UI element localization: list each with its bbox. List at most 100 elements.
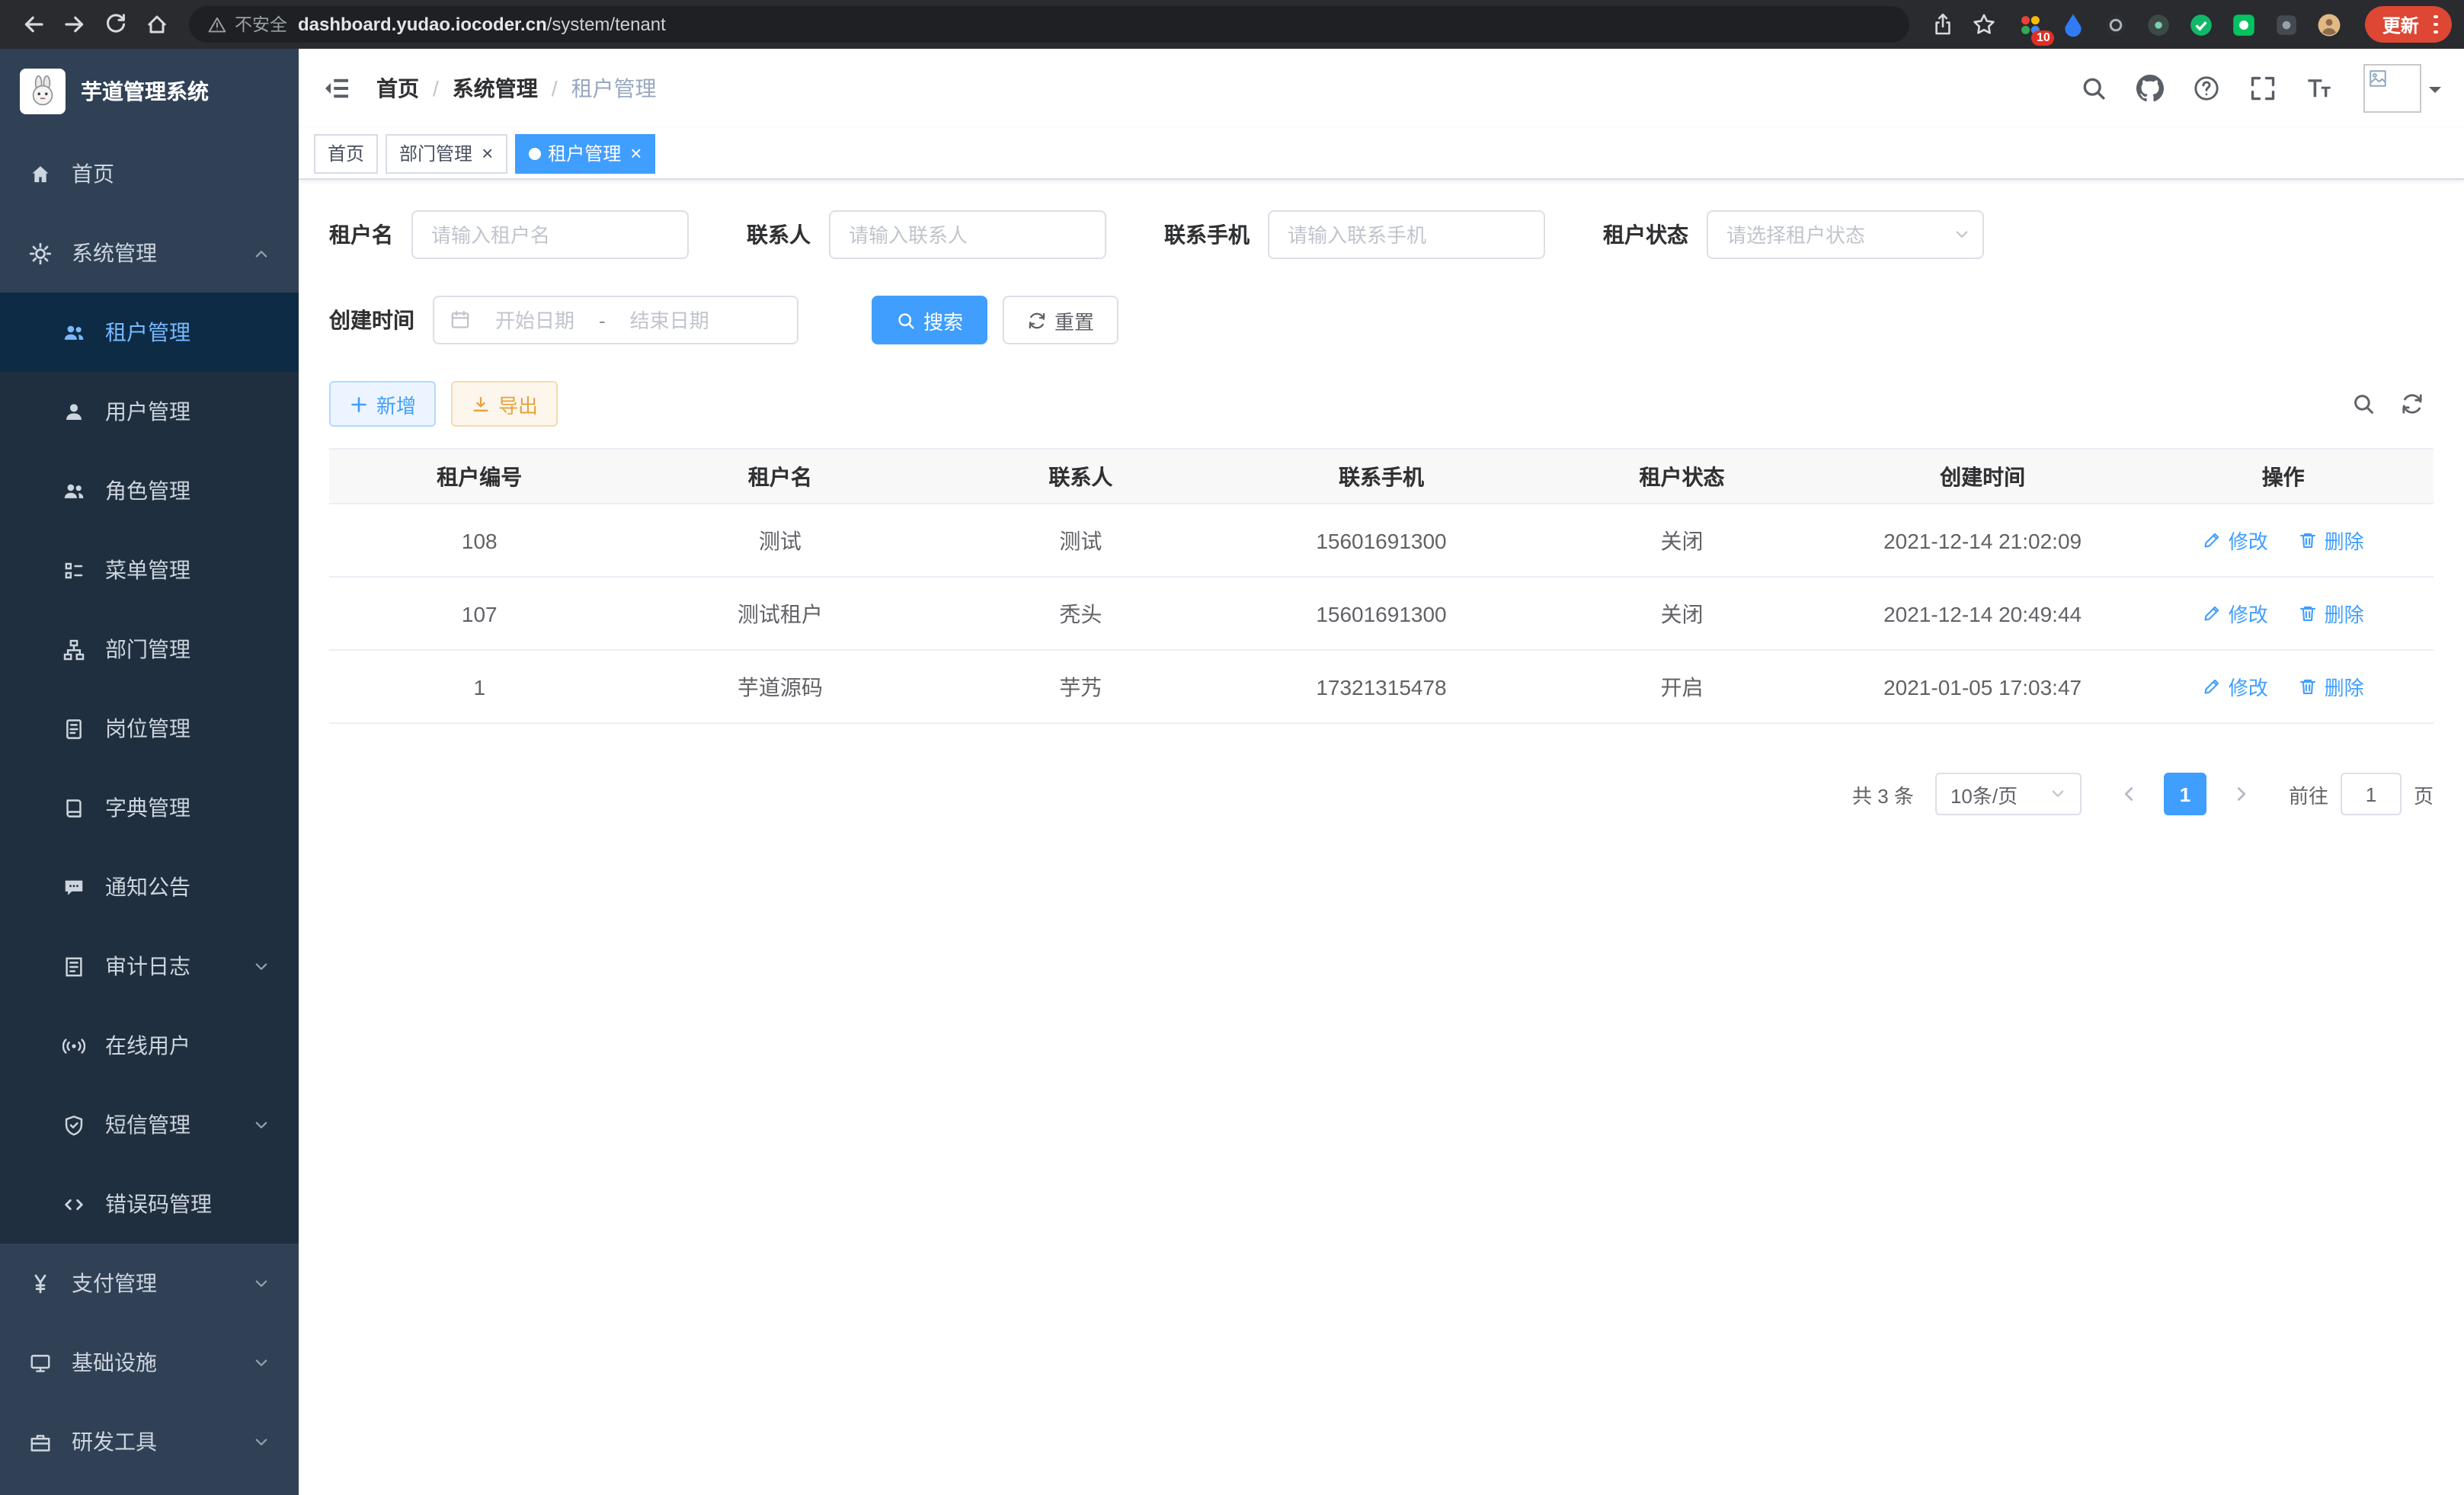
plus-icon <box>349 394 369 414</box>
chevron-down-icon <box>253 1275 270 1292</box>
github-link[interactable] <box>2135 73 2165 104</box>
url-text: dashboard.yudao.iocoder.cn/system/tenant <box>298 14 666 35</box>
fullscreen-button[interactable] <box>2248 73 2278 104</box>
table-row: 107 测试租户 秃头 15601691300 关闭 2021-12-14 20… <box>329 577 2434 650</box>
sidebar-item-label: 错误码管理 <box>105 1189 212 1219</box>
start-date-input[interactable] <box>478 309 591 331</box>
browser-update-button[interactable]: 更新 <box>2366 6 2452 43</box>
sidebar-item-post-management[interactable]: 岗位管理 <box>0 689 299 768</box>
cell-created: 2021-01-05 17:03:47 <box>1832 650 2133 723</box>
help-button[interactable] <box>2191 73 2222 104</box>
cell-status: 开启 <box>1531 650 1832 723</box>
edit-link[interactable]: 修改 <box>2203 599 2268 628</box>
bookmark-button[interactable] <box>1963 4 2005 45</box>
delete-link[interactable]: 删除 <box>2299 599 2364 628</box>
extension-icon-dots[interactable]: 10 <box>2017 10 2046 39</box>
extension-icon-dark[interactable] <box>2145 10 2174 39</box>
browser-reload-button[interactable] <box>94 4 136 45</box>
sidebar-item-dict-management[interactable]: 字典管理 <box>0 768 299 847</box>
table-row: 108 测试 测试 15601691300 关闭 2021-12-14 21:0… <box>329 504 2434 577</box>
end-date-input[interactable] <box>613 309 726 331</box>
sidebar-item-menu-management[interactable]: 菜单管理 <box>0 530 299 610</box>
sidebar-item-label: 系统管理 <box>72 238 157 268</box>
sidebar-item-role-management[interactable]: 角色管理 <box>0 451 299 530</box>
delete-link[interactable]: 删除 <box>2299 672 2364 701</box>
sidebar-item-label: 用户管理 <box>105 396 190 427</box>
prev-page-button[interactable] <box>2106 773 2152 815</box>
url-domain: dashboard.yudao.iocoder.cn <box>298 14 547 35</box>
extension-icon-drop[interactable] <box>2059 10 2088 39</box>
edit-link[interactable]: 修改 <box>2203 672 2268 701</box>
sidebar-logo[interactable]: 芋道管理系统 <box>0 49 299 134</box>
add-button[interactable]: 新增 <box>329 381 436 427</box>
sidebar-item-system-management[interactable]: 系统管理 <box>0 213 299 293</box>
security-label: 不安全 <box>235 12 287 37</box>
refresh-table-icon[interactable] <box>2400 392 2424 416</box>
users-icon <box>62 321 85 344</box>
browser-forward-button[interactable] <box>53 4 94 45</box>
header-search-button[interactable] <box>2078 73 2109 104</box>
chevron-down-icon <box>253 1116 270 1133</box>
sidebar-item-audit-log[interactable]: 审计日志 <box>0 927 299 1006</box>
next-page-button[interactable] <box>2219 773 2264 815</box>
address-bar[interactable]: 不安全 dashboard.yudao.iocoder.cn/system/te… <box>189 6 1910 43</box>
extension-icon-ring[interactable] <box>2102 10 2131 39</box>
tab-tenant-management[interactable]: 租户管理 <box>514 133 655 173</box>
sidebar-item-notice[interactable]: 通知公告 <box>0 847 299 927</box>
sidebar-item-infrastructure[interactable]: 基础设施 <box>0 1323 299 1402</box>
delete-link[interactable]: 删除 <box>2299 526 2364 555</box>
question-icon <box>2193 75 2220 102</box>
tab-home[interactable]: 首页 <box>314 133 378 173</box>
sidebar-item-dept-management[interactable]: 部门管理 <box>0 610 299 689</box>
sidebar-item-home[interactable]: 首页 <box>0 134 299 213</box>
cell-status: 关闭 <box>1531 577 1832 650</box>
sidebar-item-sms-management[interactable]: 短信管理 <box>0 1085 299 1164</box>
extension-icon-puzzle[interactable] <box>2273 10 2302 39</box>
app-frame: 芋道管理系统 首页 系统管理 租户管理 <box>0 49 2464 1495</box>
sidebar-item-payment[interactable]: 支付管理 <box>0 1244 299 1323</box>
phone-input[interactable] <box>1268 210 1545 259</box>
goto-page-input[interactable] <box>2341 773 2402 815</box>
breadcrumb-current: 租户管理 <box>538 73 657 104</box>
sidebar-item-user-management[interactable]: 用户管理 <box>0 372 299 451</box>
font-size-button[interactable] <box>2304 73 2334 104</box>
extension-icon-green-circle[interactable] <box>2187 10 2216 39</box>
tab-dept-management[interactable]: 部门管理 <box>386 133 507 173</box>
export-button[interactable]: 导出 <box>451 381 558 427</box>
sidebar-item-error-code[interactable]: 错误码管理 <box>0 1164 299 1244</box>
tenant-name-input[interactable] <box>411 210 689 259</box>
browser-home-button[interactable] <box>136 4 177 45</box>
close-icon[interactable] <box>630 143 642 163</box>
reset-button[interactable]: 重置 <box>1003 296 1118 344</box>
goto-page: 前往 页 <box>2289 773 2434 815</box>
breadcrumb-home[interactable]: 首页 <box>376 73 419 104</box>
avatar <box>2363 64 2421 113</box>
refresh-icon <box>1027 310 1047 330</box>
sidebar-item-tenant-management[interactable]: 租户管理 <box>0 293 299 372</box>
sidebar-item-dev-tools[interactable]: 研发工具 <box>0 1402 299 1481</box>
edit-link[interactable]: 修改 <box>2203 526 2268 555</box>
security-chip[interactable]: 不安全 <box>207 12 287 37</box>
status-select-input[interactable] <box>1707 210 1984 259</box>
contact-input[interactable] <box>829 210 1106 259</box>
page-size-select[interactable]: 10条/页 <box>1935 773 2082 815</box>
extensions-area: 10 <box>2017 10 2344 39</box>
close-icon[interactable] <box>482 143 493 163</box>
status-select[interactable] <box>1707 210 1984 259</box>
sidebar-item-online-users[interactable]: 在线用户 <box>0 1006 299 1085</box>
book-icon <box>62 796 85 819</box>
fullscreen-icon <box>2249 75 2277 102</box>
create-time-range-picker[interactable]: - <box>433 296 798 344</box>
share-button[interactable] <box>1922 4 1963 45</box>
profile-avatar-icon[interactable] <box>2315 10 2344 39</box>
toggle-search-icon[interactable] <box>2351 392 2376 416</box>
cell-tenant-id: 107 <box>329 577 630 650</box>
yen-icon <box>29 1272 52 1295</box>
current-page-button[interactable]: 1 <box>2164 773 2206 815</box>
hamburger-icon[interactable] <box>322 73 352 104</box>
browser-back-button[interactable] <box>12 4 53 45</box>
tenant-table: 租户编号 租户名 联系人 联系手机 租户状态 创建时间 操作 108 测试 <box>329 448 2434 724</box>
user-avatar-dropdown[interactable] <box>2363 64 2441 113</box>
search-button[interactable]: 搜索 <box>872 296 987 344</box>
extension-icon-green-square[interactable] <box>2230 10 2259 39</box>
